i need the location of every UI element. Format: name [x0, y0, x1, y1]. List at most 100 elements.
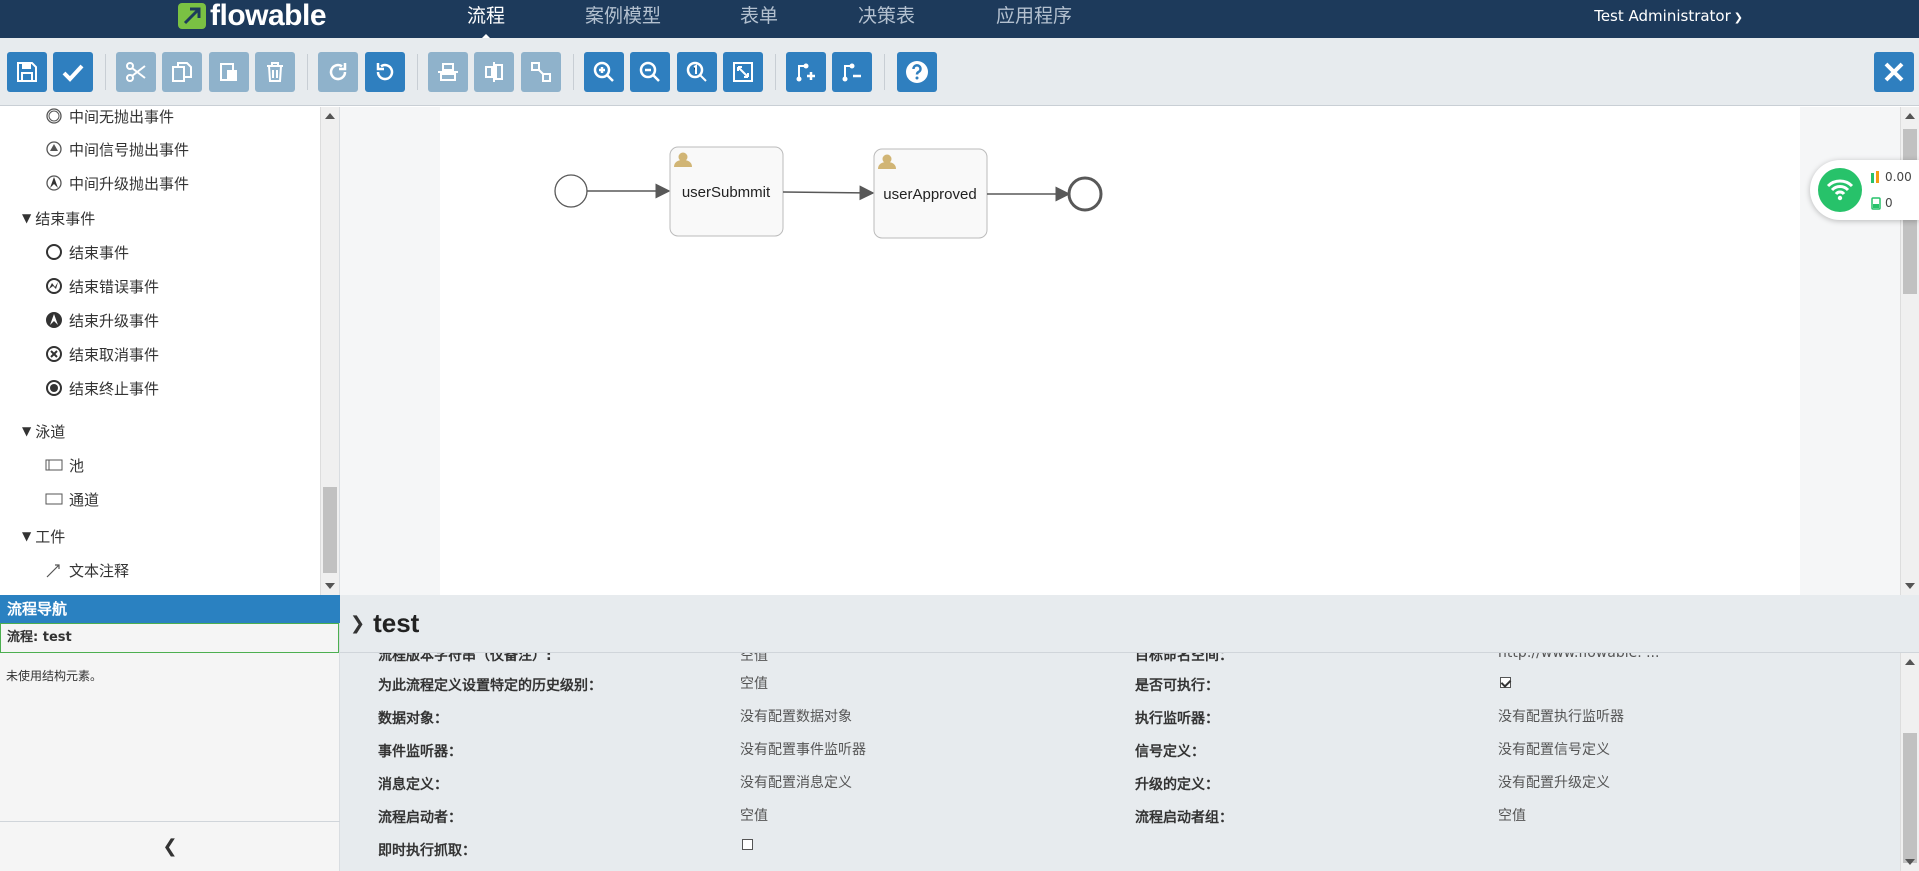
collapse-navigator-button[interactable]: ❮ — [0, 821, 340, 871]
validate-button[interactable] — [53, 52, 93, 92]
toolbar-divider — [307, 54, 308, 90]
flowable-logo[interactable]: flowable — [178, 0, 327, 32]
properties-panel: ❯ test 流程版本字符串（仅备注）: 空值 目标命名空间： http://w… — [340, 595, 1919, 871]
align-horizontal-button[interactable] — [428, 52, 468, 92]
redo-icon — [329, 63, 347, 81]
top-navbar: flowable 流程 案例模型 表单 决策表 应用程序 Test Admini… — [0, 0, 1919, 40]
prop-value-data-objects[interactable]: 没有配置数据对象 — [740, 706, 852, 726]
prop-value-escalation-definitions[interactable]: 没有配置升级定义 — [1498, 772, 1610, 792]
scroll-down-icon[interactable] — [325, 583, 335, 589]
prop-label-potential-starter-user: 流程启动者： — [378, 810, 462, 826]
scroll-up-icon[interactable] — [1905, 113, 1915, 119]
palette-item-lane[interactable]: 通道 — [45, 488, 99, 510]
paste-button[interactable] — [209, 52, 249, 92]
user-task-approved[interactable]: userApproved — [873, 148, 988, 239]
close-icon — [1884, 62, 1904, 82]
save-button[interactable] — [7, 52, 47, 92]
zoom-in-button[interactable] — [584, 52, 624, 92]
scroll-up-icon[interactable] — [325, 113, 335, 119]
end-event[interactable] — [1067, 176, 1103, 212]
palette-item-intermediate-none-throw[interactable]: 中间无抛出事件 — [45, 107, 174, 127]
delete-button[interactable] — [255, 52, 295, 92]
user-task-submit[interactable]: userSubmmit — [669, 146, 784, 237]
align-horizontal-icon — [438, 63, 458, 81]
properties-scrollbar[interactable] — [1900, 653, 1919, 871]
network-speed: 0.00 — [1885, 170, 1912, 184]
palette-group-artifacts[interactable]: ▼ 工件 — [22, 525, 65, 547]
prop-value-execution-listeners[interactable]: 没有配置执行监听器 — [1498, 706, 1624, 726]
zoom-out-button[interactable] — [630, 52, 670, 92]
scroll-down-icon[interactable] — [1905, 859, 1915, 865]
end-event-icon — [45, 243, 63, 261]
prop-value-signal-definitions[interactable]: 没有配置信号定义 — [1498, 739, 1610, 759]
palette-item-end-event[interactable]: 结束事件 — [45, 241, 129, 263]
prop-label-event-listeners: 事件监听器： — [378, 744, 462, 760]
prop-label-version: 流程版本字符串（仅备注）: — [378, 653, 552, 664]
tab-forms[interactable]: 表单 — [740, 0, 778, 34]
scroll-thumb[interactable] — [323, 487, 337, 573]
palette-item-end-error-event[interactable]: 结束错误事件 — [45, 275, 159, 297]
zoom-fit-button[interactable] — [723, 52, 763, 92]
properties-grid: 流程版本字符串（仅备注）: 空值 目标命名空间： http://www.flow… — [340, 653, 1900, 871]
start-event[interactable] — [554, 174, 588, 208]
validate-icon — [62, 64, 84, 82]
toolbar-divider — [573, 54, 574, 90]
network-speed-widget[interactable]: 0.00 0 — [1810, 160, 1919, 220]
help-button[interactable] — [897, 52, 937, 92]
redo-button[interactable] — [318, 52, 358, 92]
close-editor-button[interactable] — [1874, 52, 1914, 92]
tab-case-model[interactable]: 案例模型 — [585, 0, 661, 34]
prop-value-version[interactable]: 空值 — [740, 653, 768, 665]
prop-value-potential-starter-group[interactable]: 空值 — [1498, 805, 1526, 825]
prop-value-target-namespace[interactable]: http://www.flowable. ... — [1498, 653, 1659, 661]
palette-scrollbar[interactable] — [320, 107, 339, 595]
align-vertical-button[interactable] — [474, 52, 514, 92]
palette-item-intermediate-escalation-throw[interactable]: 中间升级抛出事件 — [45, 172, 189, 194]
prop-value-message-definitions[interactable]: 没有配置消息定义 — [740, 772, 852, 792]
palette-item-pool[interactable]: 池 — [45, 454, 84, 476]
prop-value-history-level[interactable]: 空值 — [740, 673, 768, 693]
properties-header[interactable]: ❯ test — [340, 595, 1919, 653]
same-size-button[interactable] — [521, 52, 561, 92]
palette-item-label: 通道 — [69, 490, 100, 509]
sequence-flow[interactable] — [782, 185, 875, 201]
palette-item-label: 中间无抛出事件 — [69, 107, 175, 126]
palette-item-end-terminate-event[interactable]: 结束终止事件 — [45, 377, 159, 399]
prop-value-potential-starter-user[interactable]: 空值 — [740, 805, 768, 825]
palette-item-end-cancel-event[interactable]: 结束取消事件 — [45, 343, 159, 365]
toolbar-divider — [417, 54, 418, 90]
tab-process[interactable]: 流程 — [467, 0, 505, 34]
prop-value-event-listeners[interactable]: 没有配置事件监听器 — [740, 739, 866, 759]
intermediate-none-event-icon — [45, 107, 63, 125]
user-name: Test Administrator — [1594, 7, 1731, 25]
palette-item-end-escalation-event[interactable]: 结束升级事件 — [45, 309, 159, 331]
copy-button[interactable] — [162, 52, 202, 92]
eager-execution-fetch-checkbox[interactable] — [742, 839, 753, 850]
escalation-event-icon — [45, 174, 63, 192]
scroll-thumb[interactable] — [1903, 733, 1917, 863]
chevron-down-icon: ❯ — [350, 613, 366, 634]
zoom-actual-button[interactable] — [677, 52, 717, 92]
palette-group-end-events[interactable]: ▼ 结束事件 — [22, 207, 95, 229]
zoom-actual-icon — [686, 61, 707, 82]
prop-label-is-executable: 是否可执行： — [1135, 678, 1219, 694]
remove-bendpoint-button[interactable] — [832, 52, 872, 92]
tab-apps[interactable]: 应用程序 — [996, 0, 1072, 34]
delete-icon — [267, 62, 283, 82]
is-executable-checkbox[interactable] — [1500, 677, 1511, 688]
copy-icon — [172, 62, 192, 82]
prop-label-history-level: 为此流程定义设置特定的历史级别： — [378, 678, 602, 694]
palette-item-intermediate-signal-throw[interactable]: 中间信号抛出事件 — [45, 138, 189, 160]
tab-decision-tables[interactable]: 决策表 — [858, 0, 915, 34]
palette-group-swimlanes[interactable]: ▼ 泳道 — [22, 420, 65, 442]
user-menu[interactable]: Test Administrator ❯ — [1594, 0, 1743, 34]
navigator-process-item[interactable]: 流程: test — [0, 623, 339, 653]
diagram-canvas[interactable]: userSubmmit userApproved — [440, 107, 1800, 595]
palette-item-text-annotation[interactable]: 文本注释 — [45, 559, 129, 581]
cut-button[interactable] — [116, 52, 156, 92]
undo-button[interactable] — [365, 52, 405, 92]
scroll-down-icon[interactable] — [1905, 583, 1915, 589]
scroll-up-icon[interactable] — [1905, 659, 1915, 665]
palette-group-label: 工件 — [35, 527, 66, 546]
add-bendpoint-button[interactable] — [786, 52, 826, 92]
